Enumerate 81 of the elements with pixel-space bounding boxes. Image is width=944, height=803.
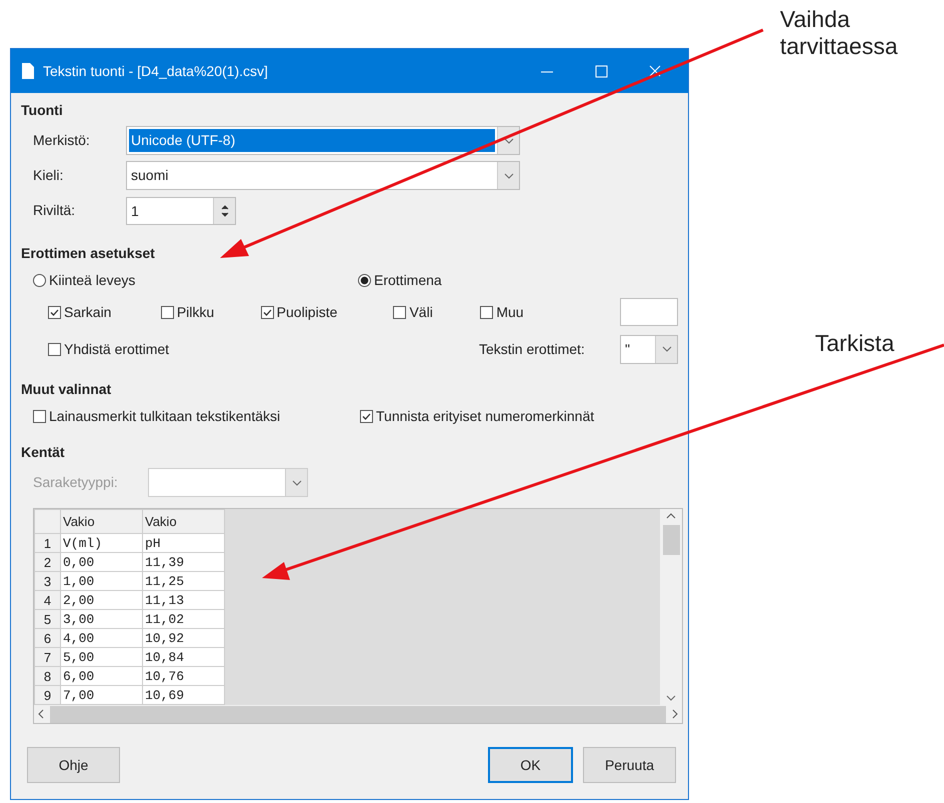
scroll-right-icon[interactable] bbox=[672, 709, 678, 719]
table-cell: 11,02 bbox=[142, 610, 224, 628]
table-cell: 11,13 bbox=[142, 590, 224, 610]
annotation-text: Tarkista bbox=[815, 330, 894, 357]
row-number: 6 bbox=[34, 628, 60, 648]
checkbox-label[interactable]: Yhdistä erottimet bbox=[64, 338, 170, 360]
caret-icon[interactable] bbox=[504, 172, 514, 178]
spin-field[interactable]: 1 bbox=[126, 196, 236, 224]
checkbox[interactable] bbox=[48, 306, 61, 318]
dropdown[interactable]: " bbox=[620, 334, 678, 364]
section-heading: Muut valinnat bbox=[21, 380, 112, 398]
scroll-up-icon[interactable] bbox=[666, 513, 676, 519]
checkbox-label[interactable]: Väli bbox=[409, 302, 433, 322]
table-cell: 10,69 bbox=[142, 686, 224, 704]
field-label: Merkistö: bbox=[33, 131, 91, 150]
document-icon bbox=[21, 62, 35, 80]
dialog-button[interactable]: Peruuta bbox=[583, 747, 676, 783]
dialog-button[interactable]: OK bbox=[488, 747, 573, 783]
radio-button[interactable] bbox=[33, 274, 46, 287]
caret-icon[interactable] bbox=[666, 695, 676, 701]
radio-label[interactable]: Erottimena bbox=[374, 270, 442, 291]
table-cell: 11,39 bbox=[142, 552, 224, 572]
checkbox-label[interactable]: Pilkku bbox=[176, 302, 214, 322]
caret-icon[interactable] bbox=[504, 138, 514, 144]
caret-icon[interactable] bbox=[662, 346, 672, 352]
field-label: Kieli: bbox=[33, 166, 64, 185]
table-cell: 10,76 bbox=[142, 666, 224, 686]
scroll-thumb[interactable] bbox=[662, 525, 680, 555]
dropdown[interactable]: suomi bbox=[126, 161, 520, 190]
annotation-text: Vaihda tarvittaessa bbox=[780, 6, 899, 60]
table-cell: 10,84 bbox=[142, 648, 224, 666]
scroll-left-icon[interactable] bbox=[38, 709, 44, 719]
field-label: Tekstin erottimet: bbox=[479, 340, 585, 358]
table-cell: 2,00 bbox=[60, 590, 142, 610]
field-label: Riviltä: bbox=[33, 201, 76, 220]
vertical-scrollbar[interactable] bbox=[660, 509, 682, 705]
row-number: 4 bbox=[34, 590, 60, 610]
checkbox-label[interactable]: Lainausmerkit tulkitaan tekstikentäksi bbox=[49, 406, 280, 427]
table-cell: 5,00 bbox=[60, 648, 142, 666]
checkbox[interactable] bbox=[33, 410, 46, 423]
checkbox-label[interactable]: Tunnista erityiset numeromerkinnät bbox=[376, 406, 594, 427]
section-heading: Tuonti bbox=[21, 101, 64, 119]
table-cell: 11,25 bbox=[142, 572, 224, 590]
row-number: 3 bbox=[34, 572, 60, 590]
checkbox[interactable] bbox=[480, 306, 494, 318]
checkbox[interactable] bbox=[393, 306, 406, 318]
checkbox[interactable] bbox=[48, 342, 61, 356]
dialog-button[interactable]: Ohje bbox=[27, 747, 120, 783]
row-number: 9 bbox=[34, 686, 60, 704]
table-cell: 10,92 bbox=[142, 628, 224, 648]
window-title: Tekstin tuonti - [D4_data%20(1).csv] bbox=[43, 62, 269, 81]
table-cell: 7,00 bbox=[60, 686, 142, 704]
table-cell: V(ml) bbox=[60, 534, 142, 552]
caret-icon[interactable] bbox=[292, 480, 302, 486]
table-cell: 3,00 bbox=[60, 610, 142, 628]
spin-arrows-icon[interactable] bbox=[220, 202, 228, 218]
checkbox[interactable] bbox=[260, 306, 274, 318]
field-label: Saraketyyppi: bbox=[33, 473, 119, 492]
checkbox-label[interactable]: Puolipiste bbox=[276, 302, 338, 322]
row-number: 8 bbox=[34, 666, 60, 686]
table-cell: pH bbox=[142, 534, 224, 552]
checkbox[interactable] bbox=[160, 306, 174, 318]
table-cell: 4,00 bbox=[60, 628, 142, 648]
checkbox-label[interactable]: Sarkain bbox=[64, 302, 112, 322]
table-cell: 1,00 bbox=[60, 572, 142, 590]
row-number: 7 bbox=[34, 648, 60, 666]
radio-label[interactable]: Kiinteä leveys bbox=[49, 270, 136, 291]
radio-button[interactable] bbox=[358, 274, 371, 287]
row-number: 2 bbox=[34, 552, 60, 572]
section-heading: Kentät bbox=[21, 443, 66, 461]
column-header[interactable]: Vakio bbox=[142, 510, 224, 534]
column-header[interactable]: Vakio bbox=[60, 510, 142, 534]
row-number: 5 bbox=[34, 610, 60, 628]
row-number: 1 bbox=[34, 534, 60, 552]
dropdown[interactable]: Unicode (UTF-8) bbox=[126, 126, 520, 155]
table-cell: 0,00 bbox=[60, 552, 142, 572]
text-field[interactable] bbox=[620, 298, 678, 326]
checkbox[interactable] bbox=[360, 410, 373, 423]
table-cell: 6,00 bbox=[60, 666, 142, 686]
section-heading: Erottimen asetukset bbox=[21, 244, 156, 262]
checkbox-label[interactable]: Muu bbox=[496, 302, 524, 322]
